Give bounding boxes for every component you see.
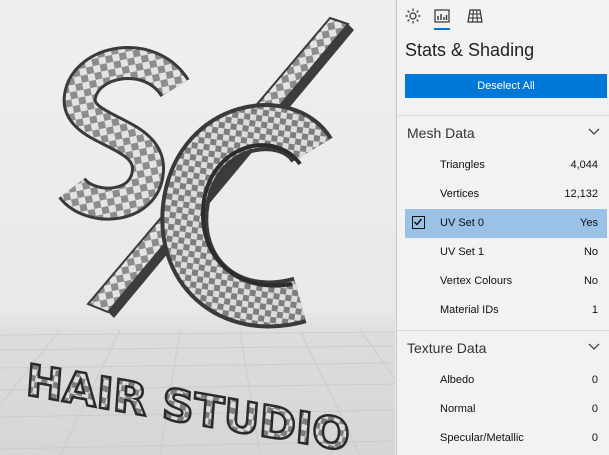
row-label: Albedo [440, 374, 475, 386]
tab-lighting[interactable] [402, 4, 424, 28]
mesh-data-label: Mesh Data [407, 125, 475, 141]
viewport-scene: HAIR STUDIO [0, 16, 395, 455]
texture-row-albedo[interactable]: Albedo 0 [405, 366, 607, 395]
stats-chart-icon [434, 9, 450, 23]
row-label: UV Set 0 [440, 217, 485, 229]
row-label: Vertex Colours [440, 275, 513, 287]
mesh-row-uv-set-0[interactable]: UV Set 0 Yes [405, 209, 607, 238]
row-value: 12,132 [564, 188, 598, 200]
row-value: Yes [580, 217, 598, 229]
mesh-row-vertex-colours[interactable]: Vertex Colours No [405, 267, 607, 296]
mesh-row-uv-set-1[interactable]: UV Set 1 No [405, 238, 607, 267]
svg-text:HAIR STUDIO: HAIR STUDIO [24, 355, 351, 455]
row-label: Triangles [440, 159, 485, 171]
mesh-row-vertices[interactable]: Vertices 12,132 [405, 180, 607, 209]
model-text-base: HAIR STUDIO [23, 354, 352, 455]
row-label: Vertices [440, 188, 480, 200]
deselect-all-button[interactable]: Deselect All [405, 74, 607, 98]
chevron-down-icon [588, 128, 600, 135]
sun-icon [405, 8, 421, 24]
texture-data-header[interactable]: Texture Data [397, 330, 609, 364]
row-value: 0 [591, 374, 598, 386]
row-value: 0 [591, 432, 598, 444]
tab-stats[interactable] [431, 4, 453, 30]
row-value: 4,044 [570, 159, 598, 171]
row-value: No [583, 275, 598, 287]
uv-set-0-checkbox[interactable] [412, 216, 425, 229]
row-value: 1 [591, 304, 598, 316]
row-label: Normal [440, 403, 476, 415]
mesh-row-material-ids[interactable]: Material IDs 1 [405, 296, 607, 325]
row-label: UV Set 1 [440, 246, 485, 258]
texture-row-normal[interactable]: Normal 0 [405, 395, 607, 424]
row-label: Material IDs [440, 304, 499, 316]
row-value: 0 [591, 403, 598, 415]
chevron-down-icon [588, 343, 600, 350]
row-label: Specular/Metallic [440, 432, 524, 444]
properties-panel: Stats & Shading Deselect All Mesh Data T… [396, 0, 609, 455]
grid-icon [467, 9, 483, 23]
mesh-data-header[interactable]: Mesh Data [397, 115, 609, 149]
panel-title: Stats & Shading [405, 40, 535, 60]
tab-grid[interactable] [464, 4, 486, 28]
texture-row-specular-metallic[interactable]: Specular/Metallic 0 [405, 424, 607, 453]
3d-viewport[interactable]: HAIR STUDIO [0, 0, 395, 455]
row-value: No [583, 246, 598, 258]
texture-data-label: Texture Data [407, 340, 487, 356]
checkmark-icon [413, 218, 423, 226]
panel-tabs [397, 0, 609, 32]
mesh-row-triangles[interactable]: Triangles 4,044 [405, 151, 607, 180]
